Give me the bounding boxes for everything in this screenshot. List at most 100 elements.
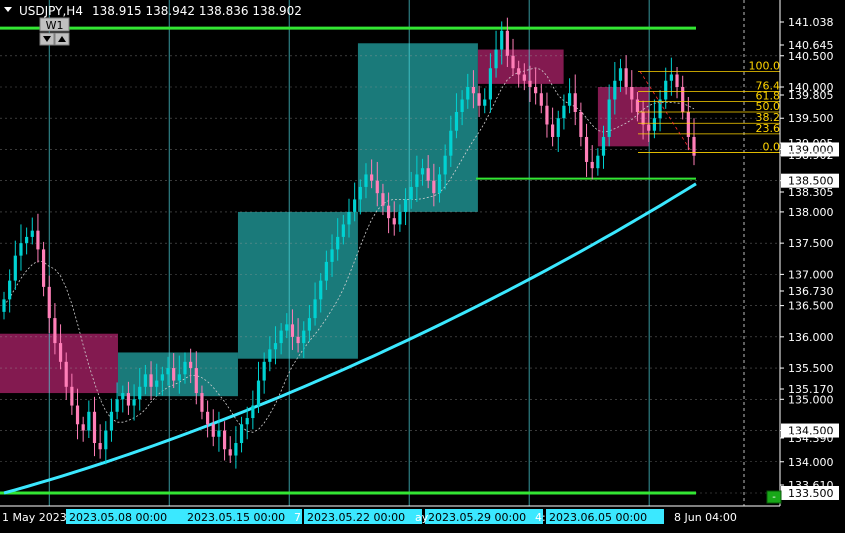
- corner-button[interactable]: -: [766, 490, 782, 504]
- candle-body: [562, 105, 566, 119]
- time-tick-label: 2023.05.29 00:00: [428, 511, 526, 524]
- time-axis: 1 May 2023 2023.05.08 00:00 2023.05.15 00:…: [0, 505, 780, 524]
- candle-body: [132, 399, 136, 406]
- ohlc-values: 138.915 138.942 138.836 138.902: [92, 4, 302, 18]
- time-tick-label: 2023.05.22 00:00: [307, 511, 405, 524]
- candle-body: [47, 286, 51, 319]
- price-tick-label: 138.000: [788, 206, 834, 219]
- fib-level-label: 100.0: [749, 59, 781, 72]
- candle-body: [313, 299, 317, 319]
- candle-body: [206, 411, 210, 425]
- candle-body: [675, 74, 679, 87]
- candle-body: [279, 330, 283, 344]
- candle-body: [336, 236, 340, 250]
- candle-body: [149, 374, 153, 387]
- candle-body: [505, 30, 509, 56]
- candle-body: [511, 55, 515, 69]
- candle-body: [426, 168, 430, 181]
- candle-body: [36, 230, 40, 250]
- zone-pink-0: [0, 333, 118, 394]
- candle-body: [353, 199, 357, 212]
- candle-body: [194, 368, 198, 394]
- period-button-label[interactable]: W1: [46, 19, 64, 32]
- candle-body: [290, 324, 295, 337]
- time-tick-fragment: 7: [294, 511, 301, 524]
- candle-body: [256, 380, 261, 406]
- candle-body: [58, 343, 63, 362]
- candle-body: [381, 193, 385, 206]
- price-tick-label: 136.730: [788, 285, 834, 298]
- candle-body: [19, 243, 23, 256]
- candle-body: [41, 249, 46, 287]
- candle-body: [420, 168, 425, 175]
- candle-body: [234, 443, 238, 456]
- candle-body: [551, 124, 555, 137]
- candle-body: [500, 30, 504, 50]
- candle-body: [228, 449, 232, 456]
- price-tick-label: 138.305: [788, 186, 834, 199]
- candle-body: [172, 368, 176, 381]
- candle-body: [160, 374, 164, 381]
- candle-body: [13, 255, 17, 281]
- candle-body: [251, 405, 255, 419]
- candle-body: [539, 93, 543, 106]
- candle-body: [437, 174, 442, 194]
- candle-body: [268, 349, 272, 362]
- candle-body: [183, 361, 187, 375]
- candle-body: [573, 93, 577, 112]
- candle-body: [217, 430, 221, 437]
- candle-body: [341, 224, 345, 237]
- price-tick-label: 135.500: [788, 362, 834, 375]
- candle-body: [104, 430, 108, 450]
- candle-body: [109, 411, 114, 431]
- candle-body: [409, 186, 413, 200]
- candle-body: [92, 411, 97, 444]
- candle-body: [528, 80, 532, 87]
- candle-body: [75, 405, 80, 425]
- price-tick-label: 141.038: [788, 16, 834, 29]
- candle-body: [273, 343, 278, 350]
- candle-body: [466, 87, 470, 100]
- time-tick-label: 2023.05.15 00:00: [187, 511, 285, 524]
- candle-body: [64, 361, 68, 387]
- candle-body: [8, 280, 12, 300]
- candle-body: [641, 111, 645, 125]
- candle-body: [2, 299, 6, 312]
- menu-triangle-icon[interactable]: [4, 7, 12, 12]
- candle-body: [454, 111, 459, 131]
- candle-body: [681, 87, 685, 112]
- candle-body: [324, 261, 328, 281]
- candle-body: [285, 324, 289, 331]
- candle-body: [302, 330, 306, 344]
- candle-body: [460, 99, 464, 112]
- candle-body: [143, 374, 147, 387]
- symbol-timeframe: USDJPY,H4: [19, 4, 83, 18]
- candle-body: [488, 68, 492, 100]
- price-tick-label: 137.500: [788, 237, 834, 250]
- candle-body: [87, 411, 91, 431]
- candle-body: [630, 87, 634, 100]
- price-tick-label: 139.500: [788, 112, 834, 125]
- candle-body: [443, 155, 447, 175]
- candle-body: [477, 93, 481, 106]
- time-tick-label: 2023.05.08 00:00: [69, 511, 167, 524]
- candle-body: [121, 393, 125, 400]
- candle-body: [596, 155, 600, 169]
- candle-body: [126, 393, 131, 406]
- time-tick-label: 8 Jun 04:00: [674, 511, 737, 524]
- candle-body: [155, 380, 159, 387]
- price-tick-label: 136.000: [788, 331, 834, 344]
- candle-body: [647, 124, 651, 131]
- chart-window[interactable]: 100.0 76.4 61.8 50.0 38.2 23.6 0.0 141.038 140.…: [0, 0, 845, 529]
- candle-body: [398, 211, 402, 225]
- candle-body: [483, 99, 487, 106]
- candle-body: [669, 74, 673, 81]
- candle-body: [98, 443, 102, 450]
- candle-body: [25, 236, 29, 244]
- candle-body: [522, 74, 526, 81]
- candle-body: [432, 180, 436, 194]
- candlestick-chart[interactable]: 100.076.461.850.038.223.60.0 141.038140.…: [0, 0, 845, 529]
- candle-body: [403, 199, 408, 212]
- candle-body: [307, 318, 312, 331]
- candle-body: [115, 399, 119, 412]
